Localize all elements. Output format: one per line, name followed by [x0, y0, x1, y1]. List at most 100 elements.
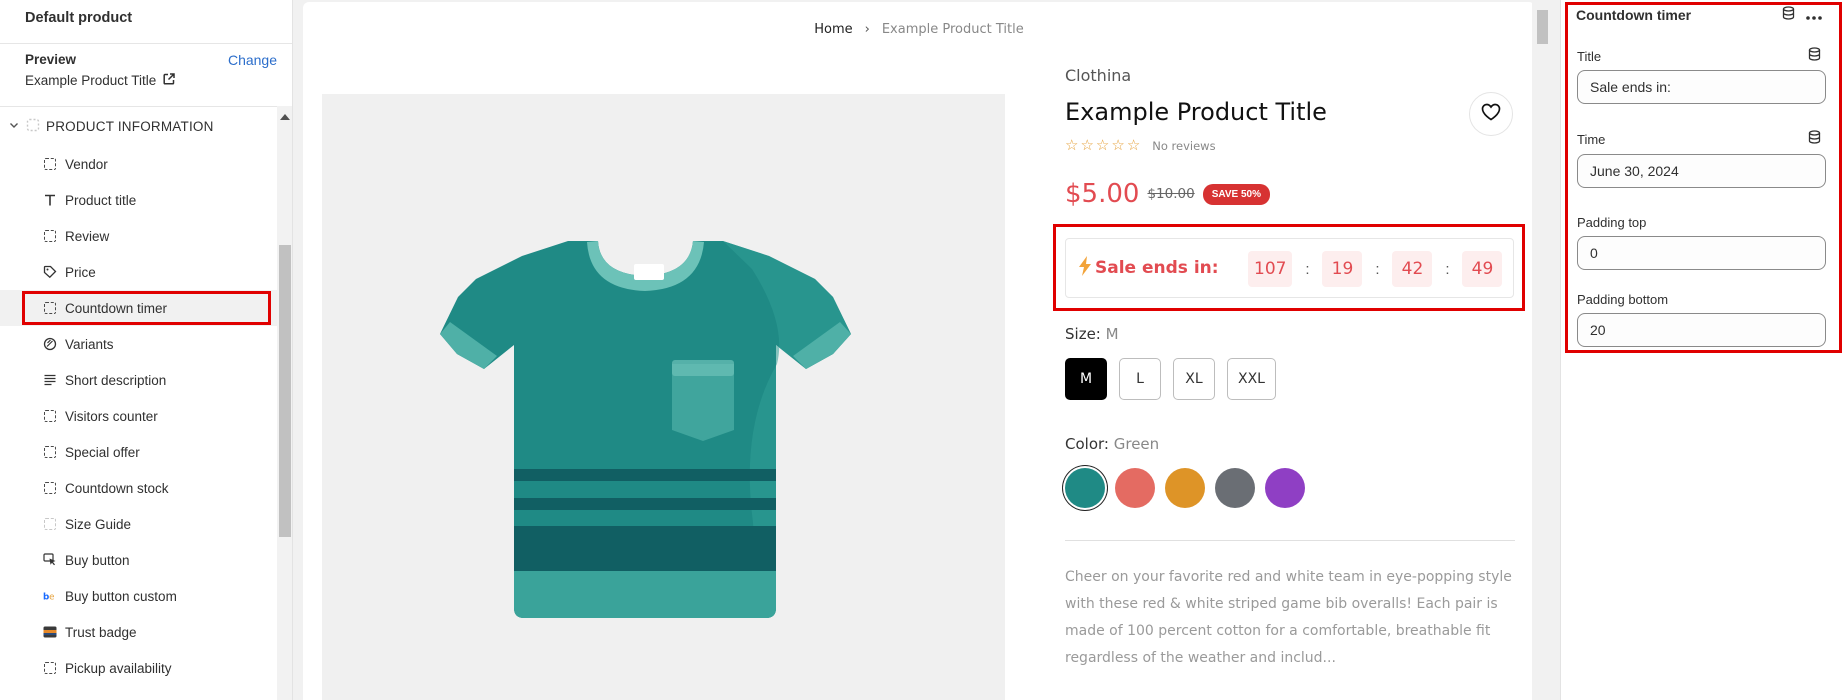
dashed-square-icon	[43, 409, 57, 423]
more-options-icon[interactable]	[1806, 7, 1822, 25]
be-icon: be	[43, 589, 57, 603]
section-faded-icon	[26, 118, 40, 135]
preview-product-name: Example Product Title	[25, 73, 157, 88]
sidebar-item-buy-button[interactable]: Buy button	[0, 542, 292, 578]
countdown-separator: :	[1305, 260, 1310, 278]
sidebar-item-label: Trust badge	[65, 624, 137, 640]
star-icon: ☆	[1080, 137, 1094, 154]
sidebar-item-label: Countdown timer	[65, 300, 168, 316]
sidebar-item-label: Size Guide	[65, 516, 132, 532]
color-swatch-orange[interactable]	[1165, 468, 1205, 508]
sidebar-item-special-offer[interactable]: Special offer	[0, 434, 292, 470]
external-link-icon[interactable]	[163, 73, 176, 88]
canvas-scrollbar-track[interactable]	[1532, 2, 1552, 700]
sidebar-item-product-title[interactable]: Product title	[0, 182, 292, 218]
wishlist-button[interactable]	[1469, 92, 1513, 136]
size-option-l[interactable]: L	[1119, 358, 1161, 400]
sidebar-item-label: Buy button	[65, 552, 130, 568]
sidebar-item-label: Countdown stock	[65, 480, 169, 496]
section-label: PRODUCT INFORMATION	[46, 119, 214, 134]
product-description: Cheer on your favorite red and white tea…	[1065, 569, 1512, 666]
sidebar-item-visitors-counter[interactable]: Visitors counter	[0, 398, 292, 434]
block-list: Vendor Product title Review Price Countd…	[0, 146, 292, 686]
countdown-timer[interactable]: Sale ends in: 107 : 19 : 42 : 49	[1065, 238, 1514, 298]
star-icon: ☆	[1111, 137, 1125, 154]
time-field[interactable]: June 30, 2024	[1577, 154, 1826, 188]
sidebar-item-variants[interactable]: Variants	[0, 326, 292, 362]
divider	[1065, 540, 1515, 541]
countdown-separator: :	[1445, 260, 1450, 278]
size-option-xl[interactable]: XL	[1173, 358, 1215, 400]
sidebar-item-countdown-timer[interactable]: Countdown timer	[0, 290, 292, 326]
time-field-label: Time	[1577, 132, 1606, 147]
countdown-seconds: 49	[1462, 251, 1503, 287]
padding-bottom-field[interactable]: 20	[1577, 313, 1826, 347]
size-option-m[interactable]: M	[1065, 358, 1107, 400]
breadcrumb: Home › Example Product Title	[303, 22, 1535, 37]
scroll-up-arrow-icon[interactable]	[280, 114, 290, 120]
countdown-label: Sale ends in:	[1095, 258, 1219, 278]
change-preview-link[interactable]: Change	[228, 52, 277, 68]
sidebar-item-short-description[interactable]: Short description	[0, 362, 292, 398]
sale-price: $5.00	[1065, 179, 1140, 209]
countdown-units: 107 : 19 : 42 : 49	[1248, 251, 1503, 287]
sidebar-item-label: Buy button custom	[65, 588, 177, 604]
sidebar-item-label: Short description	[65, 372, 167, 388]
color-swatch-red[interactable]	[1115, 468, 1155, 508]
product-image[interactable]	[322, 94, 1005, 700]
size-option-label: Size: M	[1065, 325, 1119, 343]
database-icon[interactable]	[1782, 6, 1795, 25]
chevron-down-icon[interactable]	[8, 119, 20, 134]
database-icon[interactable]	[1808, 130, 1821, 149]
svg-text:e: e	[49, 593, 54, 603]
sidebar-item-vendor[interactable]: Vendor	[0, 146, 292, 182]
sidebar-item-label: Special offer	[65, 444, 140, 460]
size-label: Size:	[1065, 325, 1101, 343]
settings-header-actions	[1782, 6, 1822, 25]
product-title: Example Product Title	[1065, 98, 1327, 126]
heart-icon	[1481, 103, 1501, 126]
sidebar-item-review[interactable]: Review	[0, 218, 292, 254]
canvas-scrollbar-thumb[interactable]	[1537, 10, 1548, 44]
sidebar-scrollbar-thumb[interactable]	[279, 245, 291, 537]
compare-price: $10.00	[1147, 186, 1195, 202]
color-option-label: Color: Green	[1065, 435, 1159, 453]
sidebar-item-pickup-availability[interactable]: Pickup availability	[0, 650, 292, 686]
sidebar-item-price[interactable]: Price	[0, 254, 292, 290]
sidebar-item-trust-badge[interactable]: Trust badge	[0, 614, 292, 650]
price-tag-icon	[43, 265, 57, 279]
dashed-square-icon	[43, 301, 57, 315]
settings-title: Countdown timer	[1576, 7, 1692, 23]
dashed-square-icon	[43, 229, 57, 243]
dashed-square-icon	[43, 445, 57, 459]
size-option-xxl[interactable]: XXL	[1227, 358, 1276, 400]
sidebar-title: Default product	[25, 10, 133, 26]
product-information-section[interactable]: PRODUCT INFORMATION	[0, 106, 292, 146]
breadcrumb-home-link[interactable]: Home	[814, 22, 852, 37]
rating-stars: ☆ ☆ ☆ ☆ ☆ No reviews	[1065, 138, 1216, 153]
color-swatch-gray[interactable]	[1215, 468, 1255, 508]
title-field[interactable]: Sale ends in:	[1577, 70, 1826, 104]
color-swatch-purple[interactable]	[1265, 468, 1305, 508]
product-vendor: Clothina	[1065, 66, 1132, 85]
color-swatches	[1065, 468, 1305, 508]
color-label: Color:	[1065, 435, 1109, 453]
size-options: M L XL XXL	[1065, 358, 1276, 400]
breadcrumb-separator: ›	[864, 22, 870, 37]
star-icon: ☆	[1065, 137, 1079, 154]
sidebar-item-countdown-stock[interactable]: Countdown stock	[0, 470, 292, 506]
sidebar-item-buy-button-custom[interactable]: be Buy button custom	[0, 578, 292, 614]
sidebar-item-size-guide[interactable]: Size Guide	[0, 506, 292, 542]
preview-product-link[interactable]: Example Product Title	[25, 73, 267, 88]
preview-canvas: Home › Example Product Title Clothina Ex…	[303, 2, 1535, 700]
title-field-label: Title	[1577, 49, 1602, 64]
sidebar-header: Default product	[0, 0, 292, 44]
database-icon[interactable]	[1808, 47, 1821, 66]
text-t-icon	[43, 193, 57, 207]
color-swatch-green[interactable]	[1065, 468, 1105, 508]
dashed-square-icon	[43, 661, 57, 675]
sidebar: Default product Preview Change Example P…	[0, 0, 293, 700]
cursor-click-icon	[43, 553, 57, 567]
text-lines-icon	[43, 373, 57, 387]
padding-top-field[interactable]: 0	[1577, 236, 1826, 270]
